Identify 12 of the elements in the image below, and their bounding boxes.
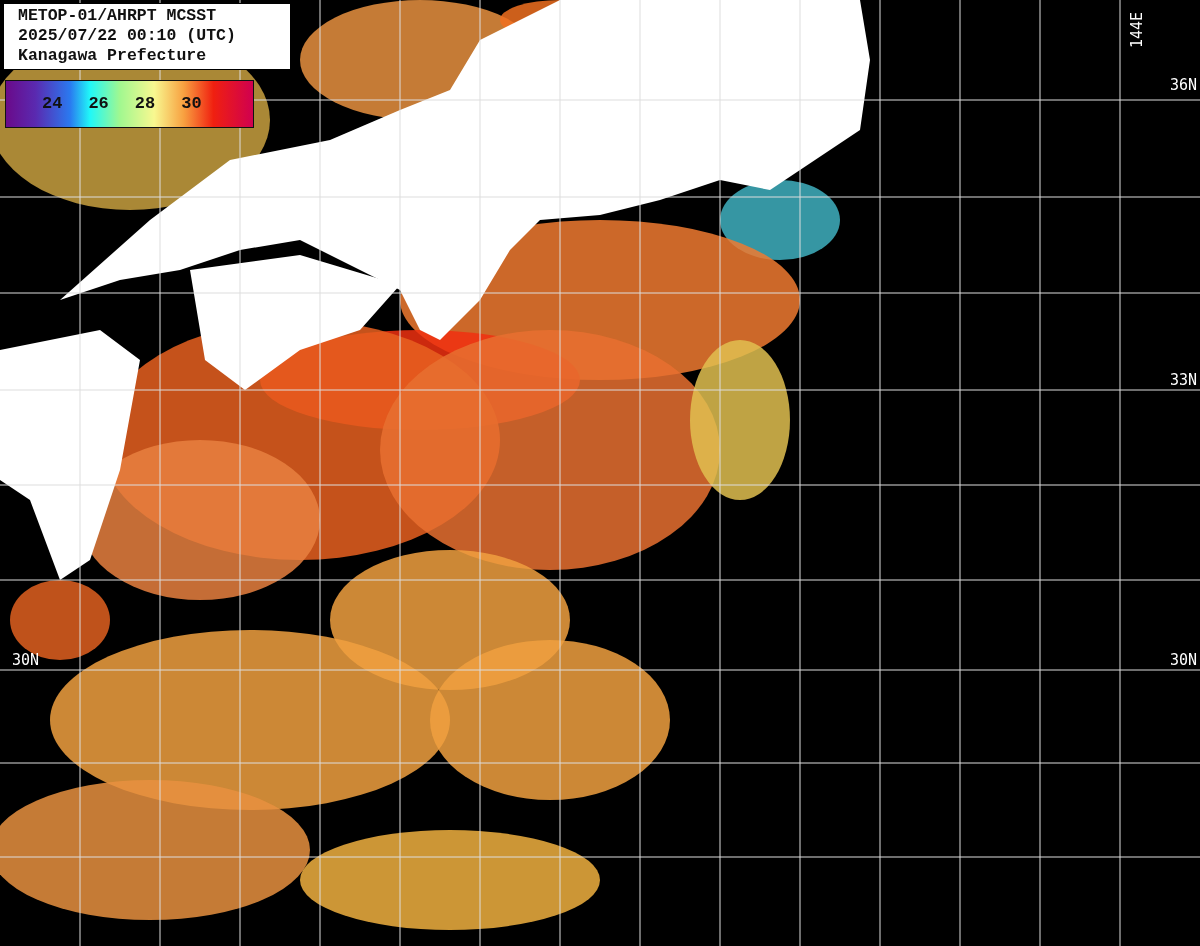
- latitude-label: 33N: [1169, 373, 1197, 388]
- title-line: 2025/07/22 00:10 (UTC): [18, 26, 237, 46]
- scale-label: 26: [88, 93, 109, 116]
- title-line: Kanagawa Prefecture: [18, 46, 208, 66]
- longitude-label: 144E: [1130, 11, 1145, 48]
- scale-label: 28: [134, 93, 156, 116]
- latitude-label: 30N: [12, 653, 40, 668]
- scale-label: 24: [42, 93, 63, 116]
- latitude-label: 30N: [1169, 653, 1197, 668]
- latitude-label: 36N: [1169, 78, 1197, 93]
- scale-label: 30: [181, 93, 202, 116]
- title-line: METOP-01/AHRPT MCSST: [18, 6, 218, 26]
